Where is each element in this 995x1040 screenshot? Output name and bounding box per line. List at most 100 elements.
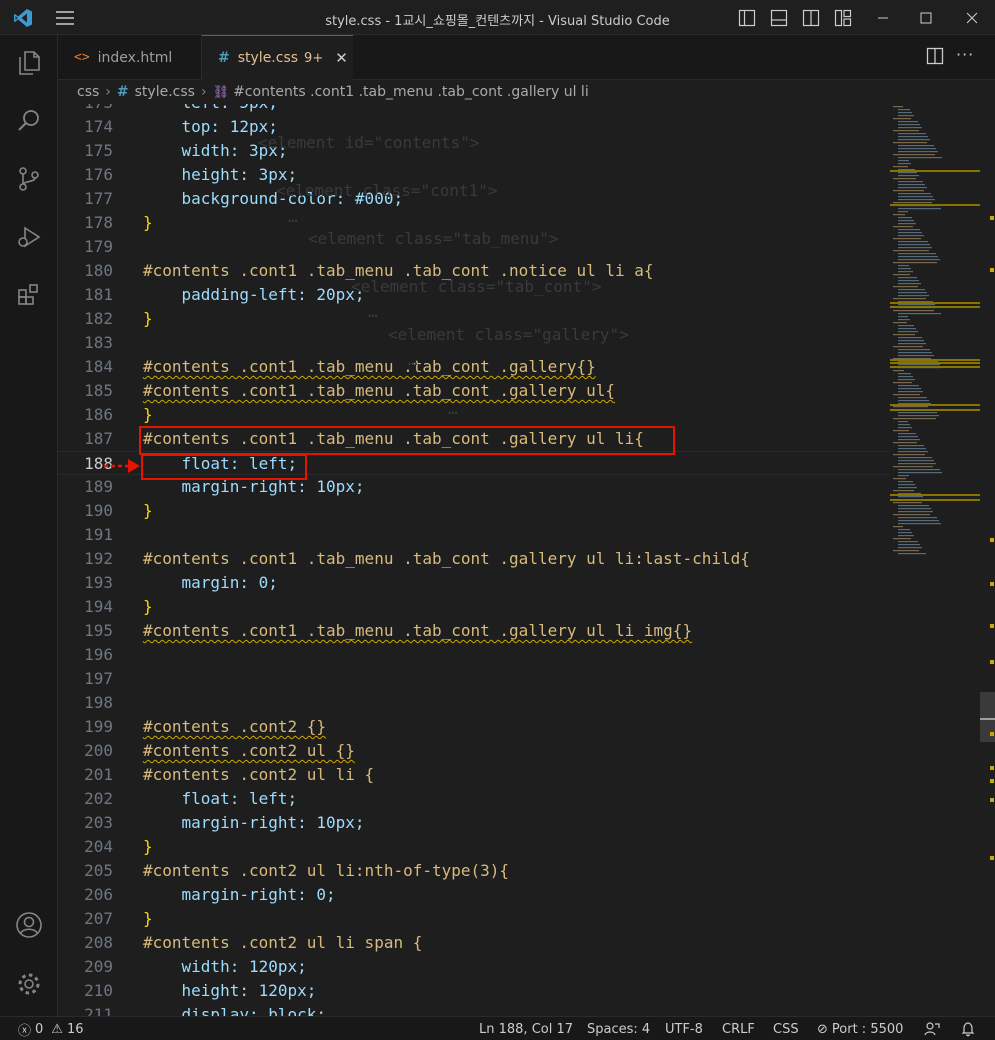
- minimap-line: [893, 406, 928, 408]
- code-line[interactable]: 184 #contents .cont1 .tab_menu .tab_cont …: [58, 355, 898, 379]
- source-control-icon[interactable]: [0, 155, 58, 203]
- code-line[interactable]: 186}: [58, 403, 898, 427]
- tab-style-css[interactable]: # style.css 9+ ✕: [202, 35, 353, 80]
- code-line[interactable]: 210 height: 120px;: [58, 979, 898, 1003]
- code-line[interactable]: 198: [58, 691, 898, 715]
- code-line[interactable]: 181 padding-left: 20px;: [58, 283, 898, 307]
- code-line[interactable]: 208 #contents .cont2 ul li span {: [58, 931, 898, 955]
- code-line[interactable]: 207}: [58, 907, 898, 931]
- code-line[interactable]: 175 width: 3px;: [58, 139, 898, 163]
- toggle-secondary-sidebar-icon[interactable]: [799, 0, 823, 35]
- run-and-debug-icon[interactable]: [0, 213, 58, 261]
- minimap-line: [898, 151, 938, 153]
- search-icon[interactable]: [0, 97, 58, 145]
- code-line[interactable]: 197: [58, 667, 898, 691]
- minimap-line: [898, 181, 923, 183]
- split-editor-icon[interactable]: [926, 47, 946, 67]
- menu-icon[interactable]: [50, 0, 80, 35]
- cursor-position[interactable]: Ln 188, Col 17: [479, 1017, 573, 1040]
- code-line[interactable]: 200 #contents .cont2 ul {}: [58, 739, 898, 763]
- line-number: 184: [84, 357, 113, 376]
- code-line[interactable]: 195 #contents .cont1 .tab_menu .tab_cont …: [58, 619, 898, 643]
- minimap-line: [898, 439, 920, 441]
- code-editor[interactable]: 173 left: 5px;174 top: 12px;175 width: 3…: [58, 104, 995, 1016]
- minimap-line: [898, 208, 941, 210]
- code-line[interactable]: 191: [58, 523, 898, 547]
- minimap-line: [898, 397, 927, 399]
- line-text: margin-right: 0;: [143, 885, 336, 904]
- line-text: height: 120px;: [143, 981, 317, 1000]
- line-number: 206: [84, 885, 113, 904]
- code-line[interactable]: 174 top: 12px;: [58, 115, 898, 139]
- code-line[interactable]: 204}: [58, 835, 898, 859]
- eol-status[interactable]: CRLF: [722, 1017, 755, 1040]
- indentation-status[interactable]: Spaces: 4: [587, 1017, 650, 1040]
- minimap[interactable]: [890, 104, 980, 1016]
- code-line[interactable]: 202 float: left;: [58, 787, 898, 811]
- code-line[interactable]: 193 margin: 0;: [58, 571, 898, 595]
- code-line[interactable]: 203 margin-right: 10px;: [58, 811, 898, 835]
- minimap-line: [898, 424, 910, 426]
- notifications-bell-icon[interactable]: [960, 1017, 976, 1040]
- code-line[interactable]: 201 #contents .cont2 ul li {: [58, 763, 898, 787]
- code-line[interactable]: 206 margin-right: 0;: [58, 883, 898, 907]
- code-line[interactable]: 190}: [58, 499, 898, 523]
- minimap-line: [898, 109, 910, 111]
- manage-gear-icon[interactable]: [0, 960, 58, 1008]
- code-line[interactable]: 192 #contents .cont1 .tab_menu .tab_cont …: [58, 547, 898, 571]
- line-text: }: [143, 213, 153, 232]
- code-line[interactable]: 180 #contents .cont1 .tab_menu .tab_cont …: [58, 259, 898, 283]
- code-lines[interactable]: 173 left: 5px;174 top: 12px;175 width: 3…: [58, 104, 898, 1016]
- minimap-line: [898, 400, 929, 402]
- minimap-line: [898, 232, 922, 234]
- minimize-button[interactable]: [860, 0, 906, 35]
- line-number: 185: [84, 381, 113, 400]
- code-line[interactable]: 179: [58, 235, 898, 259]
- minimap-line: [898, 136, 928, 138]
- explorer-icon[interactable]: [0, 39, 58, 87]
- code-line[interactable]: 211 display: block;: [58, 1003, 898, 1016]
- line-number: 175: [84, 141, 113, 160]
- code-line[interactable]: 182}: [58, 307, 898, 331]
- extensions-icon[interactable]: [0, 271, 58, 319]
- minimap-line: [898, 280, 919, 282]
- breadcrumb-file[interactable]: style.css: [135, 84, 195, 100]
- code-line[interactable]: 173 left: 5px;: [58, 104, 898, 115]
- tab-index-html[interactable]: <> index.html: [58, 35, 202, 80]
- minimap-line: [893, 118, 911, 120]
- feedback-icon[interactable]: [924, 1017, 940, 1040]
- title-bar: style.css - 1교시_쇼핑몰_컨텐츠까지 - Visual Studi…: [0, 0, 995, 35]
- customize-layout-icon[interactable]: [831, 0, 855, 35]
- code-line[interactable]: 205 #contents .cont2 ul li:nth-of-type(3)…: [58, 859, 898, 883]
- code-line[interactable]: 185 #contents .cont1 .tab_menu .tab_cont …: [58, 379, 898, 403]
- close-window-button[interactable]: [949, 0, 995, 35]
- live-server-status[interactable]: ⊘ Port : 5500: [817, 1017, 903, 1040]
- maximize-button[interactable]: [903, 0, 949, 35]
- code-line[interactable]: 183: [58, 331, 898, 355]
- breadcrumb-folder[interactable]: css: [77, 84, 99, 100]
- code-line[interactable]: 196: [58, 643, 898, 667]
- code-line[interactable]: 177 background-color: #000;: [58, 187, 898, 211]
- line-text: }: [143, 405, 153, 424]
- minimap-line: [893, 226, 913, 228]
- language-mode[interactable]: CSS: [773, 1017, 799, 1040]
- breadcrumb-symbol[interactable]: #contents .cont1 .tab_menu .tab_cont .ga…: [233, 84, 589, 100]
- code-line[interactable]: 176 height: 3px;: [58, 163, 898, 187]
- chevron-right-icon: ›: [105, 84, 111, 100]
- code-line[interactable]: 178}: [58, 211, 898, 235]
- toggle-panel-icon[interactable]: [767, 0, 791, 35]
- toggle-primary-sidebar-icon[interactable]: [735, 0, 759, 35]
- warning-marker: [990, 856, 994, 860]
- more-actions-icon[interactable]: ···: [956, 45, 980, 65]
- code-line[interactable]: 209 width: 120px;: [58, 955, 898, 979]
- minimap-line: [898, 325, 914, 327]
- problems-status[interactable]: ⓧ 0 ⚠ 16: [18, 1017, 84, 1040]
- accounts-icon[interactable]: [0, 901, 58, 949]
- encoding-status[interactable]: UTF-8: [665, 1017, 703, 1040]
- line-text: }: [143, 909, 153, 928]
- code-line[interactable]: 194}: [58, 595, 898, 619]
- close-tab-icon[interactable]: ✕: [335, 49, 348, 67]
- line-number: 201: [84, 765, 113, 784]
- vertical-scrollbar[interactable]: [978, 104, 995, 1016]
- code-line[interactable]: 199 #contents .cont2 {}: [58, 715, 898, 739]
